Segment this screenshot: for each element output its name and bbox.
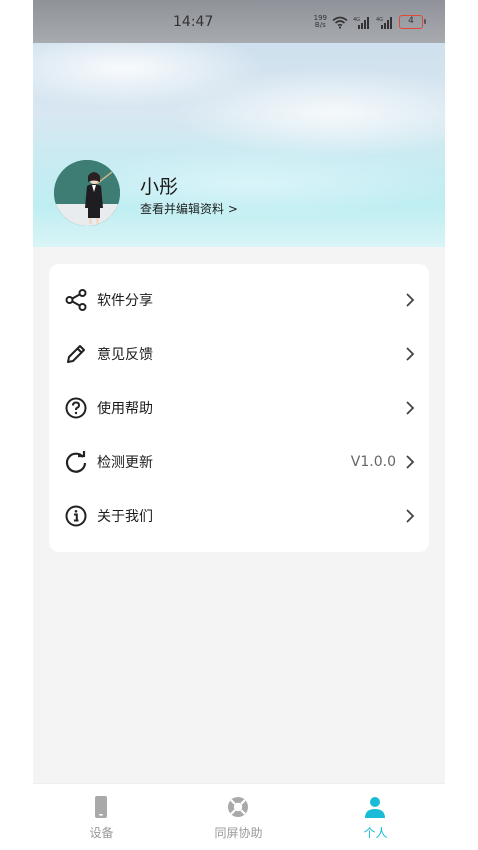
tab-devices[interactable]: 设备 (33, 784, 170, 850)
menu-item-label: 关于我们 (97, 509, 153, 525)
chevron-right-icon (406, 293, 415, 307)
chevron-right-icon (406, 509, 415, 523)
profile-header: 小彤 查看并编辑资料 > (33, 43, 445, 247)
status-icons: 199 B/s 4G 4G 4 (314, 13, 426, 31)
menu-item-share[interactable]: 软件分享 (49, 273, 429, 327)
menu-item-label: 意见反馈 (97, 347, 153, 363)
menu-item-about[interactable]: 关于我们 (49, 489, 429, 543)
avatar-image (54, 160, 120, 226)
tab-personal[interactable]: 个人 (307, 784, 444, 850)
bottom-tab-bar: 设备 同屏协助 个人 (33, 783, 445, 850)
signal-4g-icon: 4G (353, 16, 369, 29)
help-icon (65, 397, 87, 419)
avatar[interactable] (54, 160, 120, 226)
lifebuoy-icon (228, 797, 248, 817)
app-screen: 14:47 199 B/s 4G 4G 4 小彤 查看并编辑资料 > 软件分享 … (33, 0, 445, 850)
status-bar: 14:47 199 B/s 4G 4G 4 (33, 0, 445, 43)
refresh-icon (65, 451, 87, 473)
status-time: 14:47 (173, 14, 214, 30)
tab-screen-assist[interactable]: 同屏协助 (170, 784, 307, 850)
menu-item-label: 使用帮助 (97, 401, 153, 417)
info-icon (65, 505, 87, 527)
chevron-right-icon (406, 455, 415, 469)
svg-text:4G: 4G (376, 17, 383, 23)
person-icon (365, 797, 385, 818)
tab-label: 同屏协助 (214, 826, 263, 840)
edit-profile-link[interactable]: 查看并编辑资料 > (140, 200, 238, 217)
menu-item-label: 检测更新 (97, 455, 153, 471)
tab-label: 设备 (89, 826, 114, 840)
phone-device-icon (95, 796, 107, 818)
chevron-right-icon (406, 347, 415, 361)
menu-item-label: 软件分享 (97, 293, 153, 309)
battery-icon: 4 (399, 15, 426, 29)
menu-card: 软件分享 意见反馈 使用帮助 检测更新 V1.0.0 关于我们 (49, 264, 429, 552)
app-version: V1.0.0 (350, 454, 396, 470)
wifi-icon (332, 16, 348, 29)
menu-item-feedback[interactable]: 意见反馈 (49, 327, 429, 381)
profile-name[interactable]: 小彤 (140, 172, 178, 199)
menu-item-check-update[interactable]: 检测更新 V1.0.0 (49, 435, 429, 489)
network-speed: 199 B/s (314, 15, 327, 29)
tab-label: 个人 (363, 826, 388, 840)
pencil-icon (67, 345, 85, 363)
share-icon (65, 289, 87, 311)
menu-item-help[interactable]: 使用帮助 (49, 381, 429, 435)
network-speed-unit: B/s (314, 21, 326, 29)
signal-4g-icon: 4G (376, 16, 392, 29)
chevron-right-icon (406, 401, 415, 415)
svg-text:4G: 4G (353, 17, 360, 23)
